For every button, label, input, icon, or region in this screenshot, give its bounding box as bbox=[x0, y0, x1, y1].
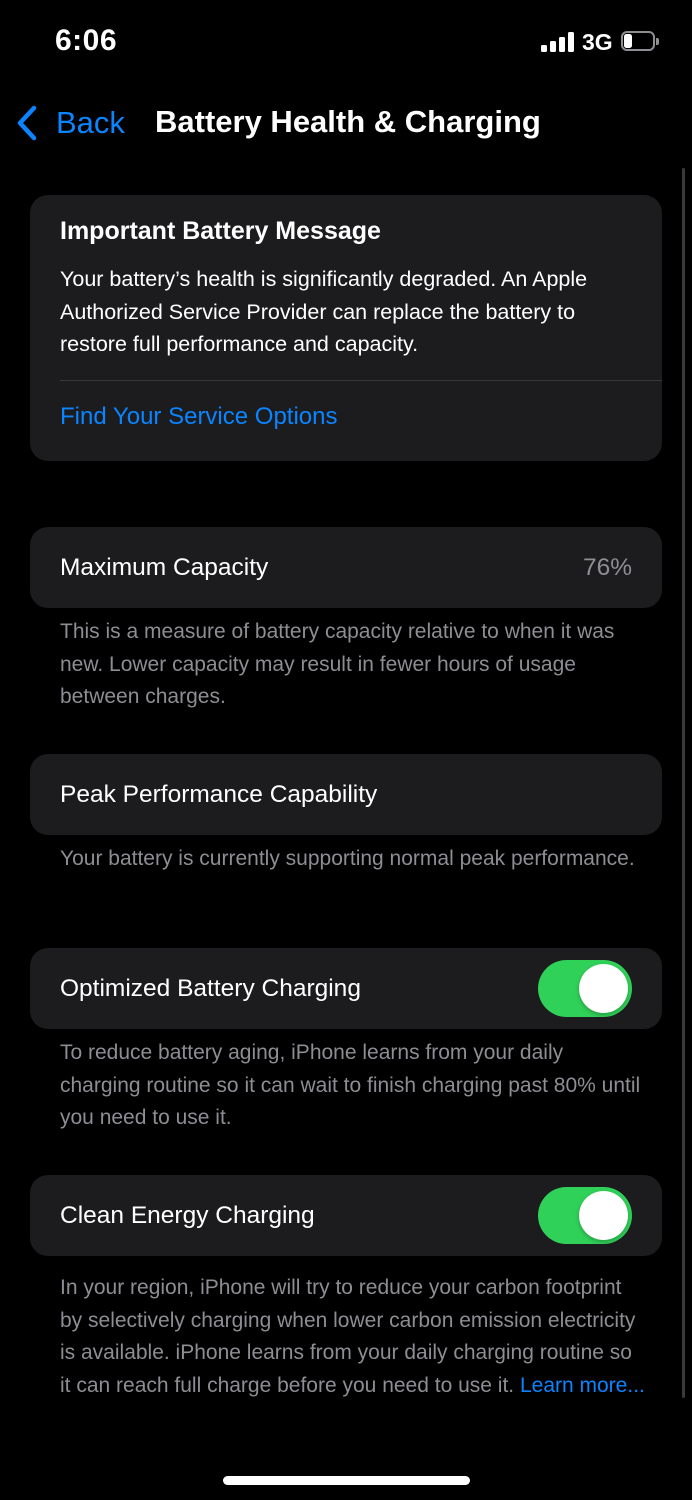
network-type: 3G bbox=[582, 29, 613, 55]
page-title: Battery Health & Charging bbox=[155, 104, 541, 139]
clean-energy-row: Clean Energy Charging bbox=[30, 1175, 662, 1256]
maximum-capacity-row: Maximum Capacity 76% bbox=[30, 527, 662, 608]
clean-energy-label: Clean Energy Charging bbox=[60, 1202, 315, 1229]
navigation-bar: Back Battery Health & Charging bbox=[0, 90, 692, 156]
peak-performance-row: Peak Performance Capability bbox=[30, 754, 662, 835]
clean-energy-toggle[interactable] bbox=[538, 1187, 632, 1244]
peak-performance-label: Peak Performance Capability bbox=[60, 781, 378, 808]
status-time: 6:06 bbox=[55, 24, 118, 57]
divider bbox=[60, 380, 662, 381]
optimized-charging-footnote: To reduce battery aging, iPhone learns f… bbox=[60, 1041, 641, 1129]
cellular-signal-icon bbox=[541, 32, 575, 52]
maximum-capacity-footnote: This is a measure of battery capacity re… bbox=[60, 620, 615, 708]
back-button[interactable]: Back bbox=[14, 100, 125, 146]
battery-message-title: Important Battery Message bbox=[60, 217, 381, 245]
scroll-indicator bbox=[682, 168, 685, 1398]
find-service-options-link[interactable]: Find Your Service Options bbox=[60, 403, 338, 431]
home-indicator[interactable] bbox=[223, 1476, 470, 1485]
optimized-charging-toggle[interactable] bbox=[538, 960, 632, 1017]
toggle-knob bbox=[579, 964, 628, 1013]
chevron-left-icon bbox=[17, 105, 37, 141]
peak-performance-footnote: Your battery is currently supporting nor… bbox=[60, 847, 635, 870]
battery-icon bbox=[621, 31, 659, 53]
optimized-charging-label: Optimized Battery Charging bbox=[60, 975, 361, 1002]
clean-energy-footnote: In your region, iPhone will try to reduc… bbox=[60, 1272, 645, 1402]
toggle-knob bbox=[579, 1191, 628, 1240]
learn-more-link[interactable]: Learn more... bbox=[520, 1374, 645, 1397]
back-label: Back bbox=[56, 105, 125, 140]
maximum-capacity-label: Maximum Capacity bbox=[60, 554, 269, 581]
optimized-charging-row: Optimized Battery Charging bbox=[30, 948, 662, 1029]
battery-message-body: Your battery’s health is significantly d… bbox=[60, 267, 588, 356]
battery-message-card: Important Battery Message Your battery’s… bbox=[30, 195, 662, 461]
status-bar: 6:06 3G bbox=[0, 0, 692, 84]
maximum-capacity-value: 76% bbox=[582, 554, 632, 581]
